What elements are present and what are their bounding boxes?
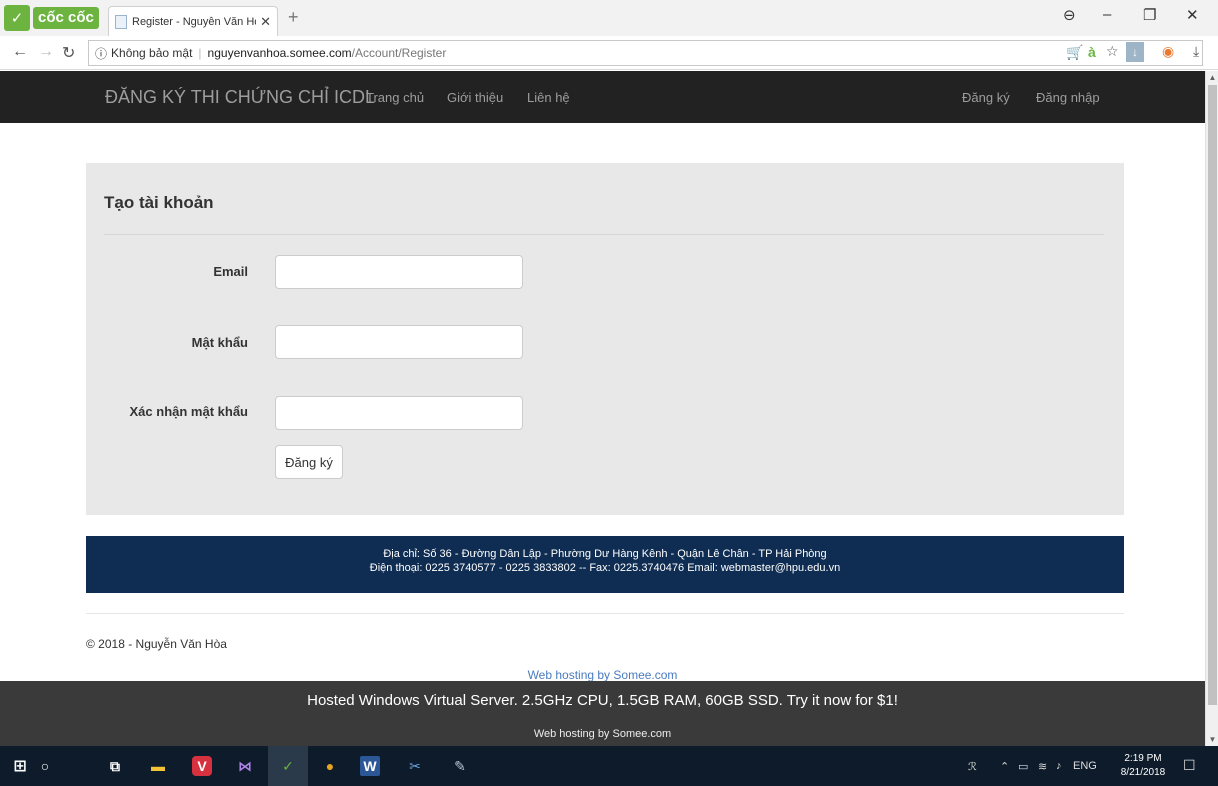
scrollbar-thumb[interactable]: [1208, 85, 1217, 705]
form-divider: [104, 234, 1104, 235]
url-host: nguyenvanhoa.somee.com: [207, 46, 352, 60]
tray-chevron-icon[interactable]: ⌃: [1000, 760, 1009, 773]
forward-arrow-icon[interactable]: →: [38, 43, 54, 61]
footer-address: Địa chỉ: Số 36 - Đường Dân Lập - Phường …: [383, 548, 827, 560]
bookmark-star-icon[interactable]: ☆: [1106, 43, 1119, 60]
new-tab-icon[interactable]: +: [288, 7, 299, 28]
close-window-icon[interactable]: ✕: [1186, 6, 1199, 24]
nav-link-home[interactable]: Trang chủ: [366, 90, 424, 105]
scroll-up-arrow-icon[interactable]: ▲: [1206, 73, 1218, 82]
url-divider: |: [198, 46, 202, 60]
shopping-cart-icon[interactable]: 🛒: [1066, 44, 1083, 61]
register-submit-button[interactable]: Đăng ký: [275, 445, 343, 479]
email-field[interactable]: [275, 255, 523, 289]
restore-icon[interactable]: ❐: [1143, 6, 1156, 24]
site-brand-link[interactable]: ĐĂNG KÝ THI CHỨNG CHỈ ICDL: [105, 87, 375, 108]
downloads-icon[interactable]: ⤓: [1193, 43, 1199, 60]
file-explorer-icon[interactable]: ▬: [146, 754, 170, 778]
volume-icon[interactable]: ♪: [1056, 760, 1062, 772]
taskbar-clock[interactable]: 2:19 PM 8/21/2018: [1116, 752, 1170, 780]
back-arrow-icon[interactable]: ←: [12, 43, 28, 61]
password-field[interactable]: [275, 325, 523, 359]
language-indicator[interactable]: ENG: [1073, 760, 1097, 772]
reload-icon[interactable]: ↻: [62, 43, 75, 63]
address-bar[interactable]: ⓘ Không bảo mật | nguyenvanhoa.somee.com…: [88, 40, 1203, 66]
register-form-panel: Tạo tài khoản Email Mật khẩu Xác nhận mậ…: [86, 163, 1124, 515]
snipping-tool-icon[interactable]: ✂: [403, 754, 427, 778]
tab-title: Register - Nguyễn Văn Hòa: [132, 15, 257, 28]
browser-tab[interactable]: Register - Nguyễn Văn Hòa ✕: [108, 6, 278, 36]
nav-link-contact[interactable]: Liên hệ: [527, 90, 570, 105]
page-favicon-icon: [115, 14, 127, 29]
wifi-icon[interactable]: ≋: [1038, 760, 1047, 773]
scroll-down-arrow-icon[interactable]: ▼: [1206, 735, 1218, 744]
coccoc-menu-button[interactable]: ✓ cốc cốc: [4, 5, 99, 31]
download-extension-icon[interactable]: ↓: [1126, 42, 1144, 62]
url-path: /Account/Register: [351, 46, 447, 60]
clock-date: 8/21/2018: [1120, 767, 1166, 778]
profile-icon[interactable]: ⊖: [1063, 6, 1076, 24]
people-icon[interactable]: ℛ: [968, 760, 977, 773]
hosting-sub-link[interactable]: Web hosting by Somee.com: [0, 728, 1205, 740]
footer-divider: [86, 613, 1124, 614]
windows-taskbar: ⊞ ○ ⧉ ▬ V ⋈ ✓ ● W ✂ ✎ ℛ ⌃ ▭ ≋ ♪ ENG 2:19…: [0, 746, 1218, 786]
notifications-icon[interactable]: ☐: [1183, 757, 1196, 774]
coccoc-taskbar-icon[interactable]: ✓: [276, 754, 300, 778]
page-scrollbar[interactable]: ▲ ▼: [1205, 71, 1218, 746]
browser-toolbar: ← → ↻ ⓘ Không bảo mật | nguyenvanhoa.som…: [0, 36, 1218, 70]
search-circle-icon[interactable]: ○: [33, 754, 57, 778]
tab-close-icon[interactable]: ✕: [260, 14, 271, 30]
word-icon[interactable]: W: [360, 756, 380, 776]
paint-icon[interactable]: ✎: [448, 754, 472, 778]
nav-link-about[interactable]: Giới thiệu: [447, 90, 503, 105]
nav-link-login[interactable]: Đăng nhập: [1036, 90, 1100, 105]
browser-titlebar: ✓ cốc cốc Register - Nguyễn Văn Hòa ✕ + …: [0, 0, 1218, 36]
translate-icon[interactable]: à: [1088, 44, 1096, 60]
form-title: Tạo tài khoản: [104, 193, 214, 212]
info-icon[interactable]: ⓘ: [95, 45, 107, 62]
nav-link-register[interactable]: Đăng ký: [962, 90, 1010, 105]
battery-icon[interactable]: ▭: [1018, 760, 1028, 773]
coccoc-extension-icon[interactable]: ◉: [1162, 43, 1174, 60]
password-label: Mật khẩu: [191, 335, 248, 350]
copyright-text: © 2018 - Nguyễn Văn Hòa: [86, 637, 227, 651]
security-label: Không bảo mật: [111, 46, 193, 60]
coccoc-logo-icon: ✓: [4, 5, 30, 31]
contact-footer: Địa chỉ: Số 36 - Đường Dân Lập - Phường …: [86, 536, 1124, 593]
chrome-icon[interactable]: ●: [318, 754, 342, 778]
minimize-icon[interactable]: –: [1103, 6, 1111, 23]
windows-start-icon[interactable]: ⊞: [8, 754, 32, 778]
confirm-password-label: Xác nhận mật khẩu: [129, 404, 248, 419]
footer-contact: Điện thoại: 0225 3740577 - 0225 3833802 …: [369, 562, 841, 574]
page-viewport: ĐĂNG KÝ THI CHỨNG CHỈ ICDL Trang chủ Giớ…: [0, 71, 1205, 746]
somee-hosting-link[interactable]: Web hosting by Somee.com: [0, 668, 1205, 682]
email-label: Email: [213, 264, 248, 279]
browser-brand-label: cốc cốc: [33, 7, 99, 29]
task-view-icon[interactable]: ⧉: [103, 754, 127, 778]
vivaldi-icon[interactable]: V: [192, 756, 212, 776]
hosting-ad-text[interactable]: Hosted Windows Virtual Server. 2.5GHz CP…: [0, 692, 1205, 709]
visual-studio-icon[interactable]: ⋈: [233, 754, 257, 778]
confirm-password-field[interactable]: [275, 396, 523, 430]
clock-time: 2:19 PM: [1124, 753, 1162, 764]
site-navbar: ĐĂNG KÝ THI CHỨNG CHỈ ICDL Trang chủ Giớ…: [0, 71, 1205, 123]
hosting-ad-bar: Hosted Windows Virtual Server. 2.5GHz CP…: [0, 681, 1205, 746]
